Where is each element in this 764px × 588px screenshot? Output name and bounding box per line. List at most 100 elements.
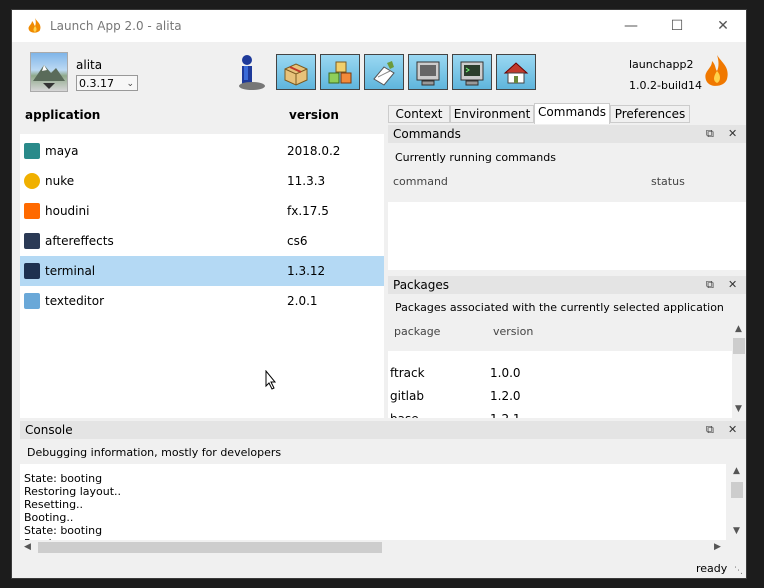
package-name-cell[interactable]: gitlab — [390, 389, 424, 403]
scroll-up-icon[interactable]: ▲ — [733, 466, 740, 476]
console-hscrollbar[interactable]: ◀ ▶ — [20, 540, 726, 555]
scrollbar-thumb[interactable] — [731, 482, 743, 498]
version-select[interactable]: 0.3.17 ⌄ — [76, 75, 138, 91]
commands-dock-title: Commands ⧉ ✕ — [388, 125, 746, 143]
toolbar-button-home[interactable] — [496, 54, 536, 90]
toolbar-button-package[interactable] — [276, 54, 316, 90]
commands-list[interactable] — [388, 202, 746, 270]
column-application[interactable]: application — [25, 108, 100, 122]
column-version[interactable]: version — [289, 108, 339, 122]
close-icon[interactable]: ✕ — [728, 423, 737, 436]
info-figure-icon[interactable] — [236, 54, 268, 92]
app-version-cell: 1.3.12 — [287, 264, 326, 278]
mountain-icon — [33, 65, 65, 89]
close-icon[interactable]: ✕ — [728, 127, 737, 140]
app-version-cell: 11.3.3 — [287, 174, 326, 188]
table-row[interactable]: texteditor 2.0.1 — [20, 286, 384, 316]
app-name-cell: nuke — [45, 174, 75, 188]
minimize-button[interactable]: — — [608, 10, 654, 42]
nuke-icon — [24, 173, 40, 189]
packages-panel-header: Packages associated with the currently s… — [388, 295, 746, 351]
flame-logo-icon — [705, 55, 728, 86]
aftereffects-icon — [24, 233, 40, 249]
package-version-cell[interactable]: 1.2.0 — [490, 389, 521, 403]
table-row[interactable]: maya 2018.0.2 — [20, 136, 384, 166]
user-name: alita — [76, 58, 103, 72]
toolbar-button-tools[interactable] — [364, 54, 404, 90]
scrollbar-thumb[interactable] — [38, 542, 382, 553]
toolbar-button-computer[interactable] — [408, 54, 448, 90]
houdini-icon — [24, 203, 40, 219]
application-table: application version maya 2018.0.2 nuke 11.3… — [20, 100, 384, 418]
maya-icon — [24, 143, 40, 159]
packages-dock-title: Packages ⧉ ✕ — [388, 276, 746, 294]
column-pkg-version[interactable]: version — [493, 325, 533, 338]
scroll-right-icon[interactable]: ▶ — [714, 542, 721, 552]
table-row[interactable]: nuke 11.3.3 — [20, 166, 384, 196]
float-icon[interactable]: ⧉ — [706, 278, 714, 292]
app-name-cell: aftereffects — [45, 234, 114, 248]
terminal-icon — [460, 61, 484, 86]
application-table-header: application version — [20, 100, 384, 134]
console-output[interactable]: State: booting Restoring layout.. Resettin… — [20, 464, 726, 540]
window-title: Launch App 2.0 - alita — [50, 19, 182, 33]
packages-list[interactable]: ftrack 1.0.0 gitlab 1.2.0 base 1.2.1 — [388, 351, 732, 418]
toolbar-button-terminal[interactable] — [452, 54, 492, 90]
table-row[interactable]: aftereffects cs6 — [20, 226, 384, 256]
app-version-cell: 2.0.1 — [287, 294, 318, 308]
cubes-icon — [328, 61, 352, 84]
console-line: Resetting.. — [24, 498, 84, 511]
version-select-value: 0.3.17 — [79, 77, 114, 90]
toolbar-button-cubes[interactable] — [320, 54, 360, 90]
table-row[interactable]: houdini fx.17.5 — [20, 196, 384, 226]
resize-grip-icon[interactable]: ⋱ — [734, 566, 743, 576]
tab-context[interactable]: Context — [388, 105, 450, 123]
home-icon — [503, 62, 529, 84]
scrollbar-thumb[interactable] — [733, 338, 745, 354]
title-bar[interactable]: Launch App 2.0 - alita — ☐ ✕ — [12, 10, 746, 42]
column-status[interactable]: status — [651, 175, 685, 188]
commands-panel-header: Currently running commands command statu… — [388, 144, 746, 202]
scroll-left-icon[interactable]: ◀ — [24, 542, 31, 552]
package-name-cell[interactable]: ftrack — [390, 366, 425, 380]
avatar[interactable] — [30, 52, 68, 92]
terminal-icon — [24, 263, 40, 279]
console-scrollbar[interactable]: ▲ ▼ — [730, 466, 744, 540]
package-version-cell[interactable]: 1.2.1 — [490, 412, 521, 418]
maximize-button[interactable]: ☐ — [654, 10, 700, 42]
package-icon — [284, 63, 308, 86]
column-command[interactable]: command — [393, 175, 448, 188]
float-icon[interactable]: ⧉ — [706, 127, 714, 141]
packages-scrollbar[interactable]: ▲ ▼ — [732, 324, 746, 418]
close-icon[interactable]: ✕ — [728, 278, 737, 291]
tab-preferences[interactable]: Preferences — [610, 105, 690, 123]
scroll-down-icon[interactable]: ▼ — [735, 404, 742, 414]
scroll-up-icon[interactable]: ▲ — [735, 324, 742, 334]
flame-app-icon — [28, 18, 41, 33]
close-button[interactable]: ✕ — [700, 10, 746, 42]
commands-title: Commands — [393, 127, 461, 141]
chevron-down-icon: ⌄ — [126, 79, 134, 89]
tab-environment[interactable]: Environment — [450, 105, 534, 123]
app-name-cell: maya — [45, 144, 79, 158]
table-row[interactable]: terminal 1.3.12 — [20, 256, 384, 286]
texteditor-icon — [24, 293, 40, 309]
tab-commands[interactable]: Commands — [534, 103, 610, 124]
scroll-down-icon[interactable]: ▼ — [733, 526, 740, 536]
console-line: Restoring layout.. — [24, 485, 122, 498]
app-name: launchapp2 — [629, 58, 694, 71]
header-bar: alita 0.3.17 ⌄ launchapp2 1.0.2-build14 — [12, 42, 746, 98]
app-name-cell: houdini — [45, 204, 90, 218]
tools-icon — [373, 61, 395, 86]
package-version-cell[interactable]: 1.0.0 — [490, 366, 521, 380]
column-package[interactable]: package — [394, 325, 440, 338]
console-dock-title: Console ⧉ ✕ — [20, 421, 746, 439]
packages-caption: Packages associated with the currently s… — [395, 301, 724, 314]
float-icon[interactable]: ⧉ — [706, 423, 714, 437]
console-title: Console — [25, 423, 73, 437]
package-name-cell[interactable]: base — [390, 412, 419, 418]
app-version-cell: 2018.0.2 — [287, 144, 341, 158]
app-build: 1.0.2-build14 — [629, 79, 703, 92]
console-line: State: booting — [24, 472, 103, 485]
app-name-cell: texteditor — [45, 294, 104, 308]
